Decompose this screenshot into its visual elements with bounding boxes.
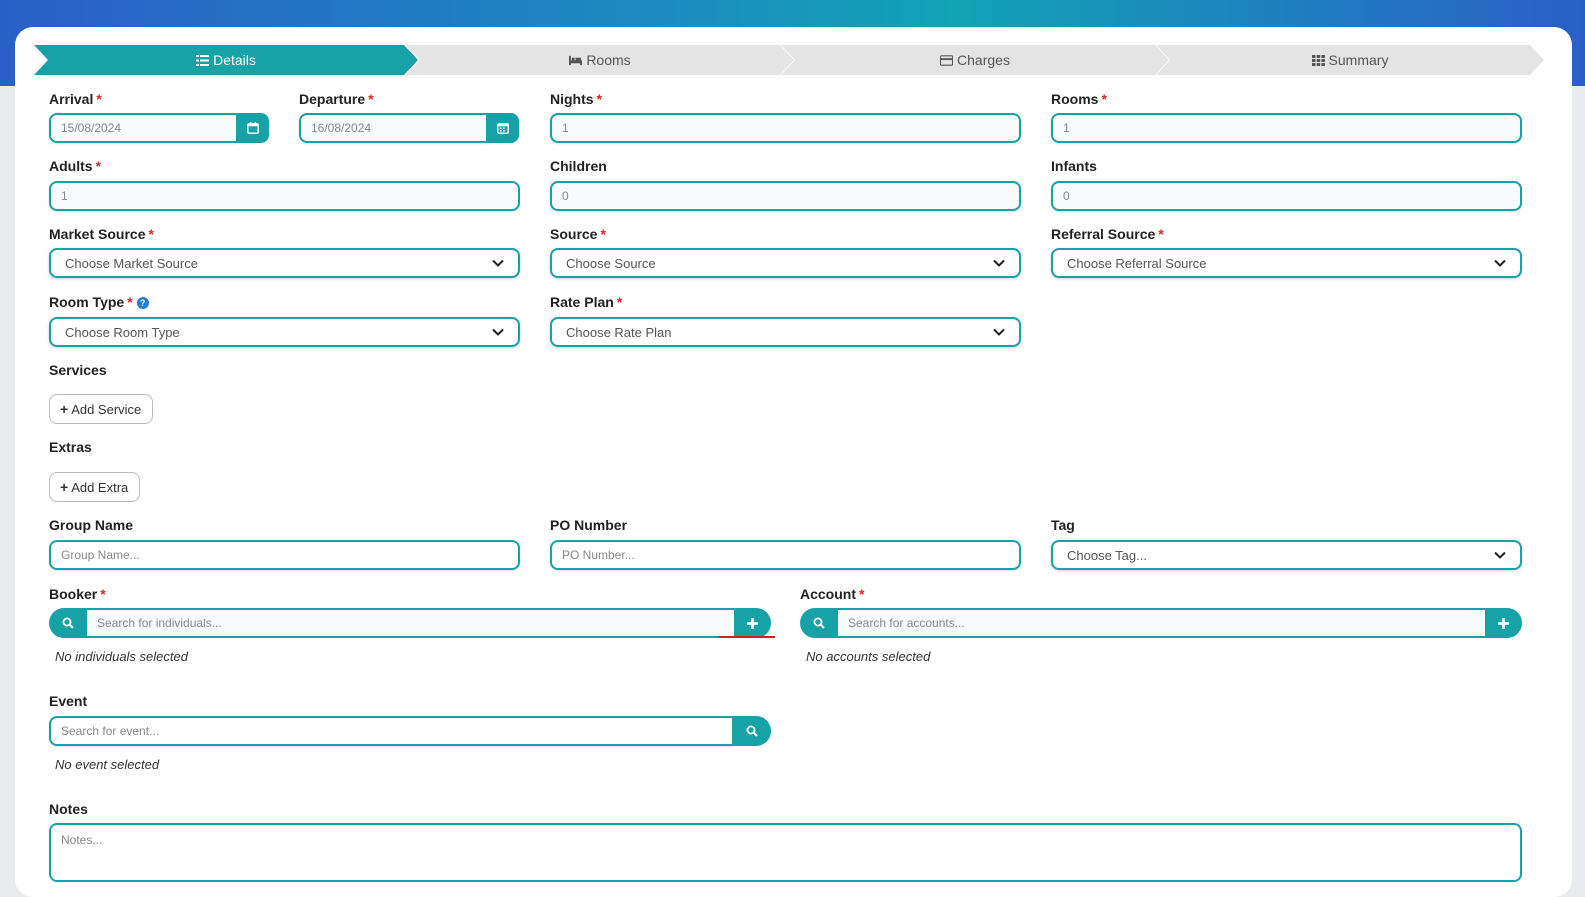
- rooms-input[interactable]: 1: [1051, 113, 1522, 143]
- departure-date-input[interactable]: 16/08/2024: [299, 113, 487, 143]
- calendar-icon: [246, 122, 259, 134]
- step-details[interactable]: Details: [34, 45, 418, 75]
- tag-select[interactable]: Choose Tag...: [1051, 540, 1522, 570]
- infants-input[interactable]: 0: [1051, 181, 1522, 211]
- tag-label: Tag: [1051, 517, 1075, 533]
- group-name-input[interactable]: Group Name...: [49, 540, 520, 570]
- room-type-label: Room Type *?: [49, 294, 149, 310]
- underline-marker: [719, 636, 775, 638]
- search-icon: [746, 725, 758, 737]
- add-service-button[interactable]: + Add Service: [49, 394, 153, 424]
- step-charges[interactable]: Charges: [781, 45, 1169, 75]
- bed-icon: [569, 55, 582, 66]
- room-type-select[interactable]: Choose Room Type: [49, 317, 520, 347]
- credit-card-icon: [940, 55, 953, 66]
- extras-label: Extras: [49, 439, 92, 455]
- booker-empty-text: No individuals selected: [55, 649, 188, 664]
- notes-textarea[interactable]: Notes...: [49, 823, 1522, 882]
- booker-search-button[interactable]: [49, 608, 87, 638]
- referral-source-select[interactable]: Choose Referral Source: [1051, 248, 1522, 278]
- help-icon[interactable]: ?: [136, 297, 149, 310]
- po-number-input[interactable]: PO Number...: [550, 540, 1021, 570]
- arrival-label: Arrival *: [49, 91, 102, 107]
- list-icon: [196, 55, 209, 66]
- step-summary-label: Summary: [1328, 52, 1389, 68]
- po-number-label: PO Number: [550, 517, 628, 533]
- event-search-button[interactable]: [732, 716, 771, 746]
- step-summary[interactable]: Summary: [1156, 45, 1544, 75]
- event-label: Event: [49, 693, 88, 709]
- booking-form-card: [15, 27, 1572, 897]
- source-label: Source *: [550, 226, 606, 242]
- referral-source-label: Referral Source *: [1051, 226, 1164, 242]
- rate-plan-select[interactable]: Choose Rate Plan: [550, 317, 1021, 347]
- notes-label: Notes: [49, 801, 88, 817]
- services-label: Services: [49, 362, 107, 378]
- step-charges-label: Charges: [957, 52, 1010, 68]
- search-icon: [62, 617, 74, 629]
- step-rooms[interactable]: Rooms: [406, 45, 794, 75]
- plus-icon: [1498, 617, 1509, 629]
- nights-label: Nights *: [550, 91, 603, 107]
- chevron-down-icon: [993, 328, 1005, 336]
- chevron-down-icon: [492, 259, 504, 267]
- event-search-input[interactable]: Search for event...: [49, 716, 732, 746]
- infants-label: Infants: [1051, 158, 1097, 174]
- plus-icon: +: [60, 401, 69, 417]
- account-search-button[interactable]: [800, 608, 838, 638]
- add-extra-button[interactable]: + Add Extra: [49, 472, 140, 502]
- wizard-steps: Details Rooms Charges Summary: [34, 45, 1544, 75]
- plus-icon: +: [60, 479, 69, 495]
- account-empty-text: No accounts selected: [806, 649, 931, 664]
- chevron-down-icon: [1494, 551, 1506, 559]
- arrival-date-input[interactable]: 15/08/2024: [49, 113, 237, 143]
- rate-plan-label: Rate Plan *: [550, 294, 623, 310]
- adults-input[interactable]: 1: [49, 181, 520, 211]
- booker-search-input[interactable]: Search for individuals...: [87, 608, 734, 638]
- add-booker-button[interactable]: [734, 608, 771, 638]
- rooms-label: Rooms *: [1051, 91, 1107, 107]
- add-account-button[interactable]: [1485, 608, 1522, 638]
- market-source-select[interactable]: Choose Market Source: [49, 248, 520, 278]
- account-search-input[interactable]: Search for accounts...: [838, 608, 1485, 638]
- departure-calendar-button[interactable]: [486, 113, 519, 143]
- children-label: Children: [550, 158, 607, 174]
- grid-icon: [1312, 55, 1325, 66]
- chevron-down-icon: [492, 328, 504, 336]
- plus-icon: [747, 617, 758, 629]
- group-name-label: Group Name: [49, 517, 134, 533]
- step-details-label: Details: [213, 52, 256, 68]
- chevron-down-icon: [993, 259, 1005, 267]
- nights-input[interactable]: 1: [550, 113, 1021, 143]
- adults-label: Adults *: [49, 158, 102, 174]
- account-label: Account *: [800, 586, 865, 602]
- chevron-down-icon: [1494, 259, 1506, 267]
- calendar-icon: [496, 123, 509, 134]
- arrival-calendar-button[interactable]: [236, 113, 269, 143]
- booker-label: Booker *: [49, 586, 106, 602]
- source-select[interactable]: Choose Source: [550, 248, 1021, 278]
- departure-label: Departure *: [299, 91, 374, 107]
- search-icon: [813, 617, 825, 629]
- step-rooms-label: Rooms: [586, 52, 631, 68]
- event-empty-text: No event selected: [55, 757, 160, 772]
- market-source-label: Market Source *: [49, 226, 154, 242]
- children-input[interactable]: 0: [550, 181, 1021, 211]
